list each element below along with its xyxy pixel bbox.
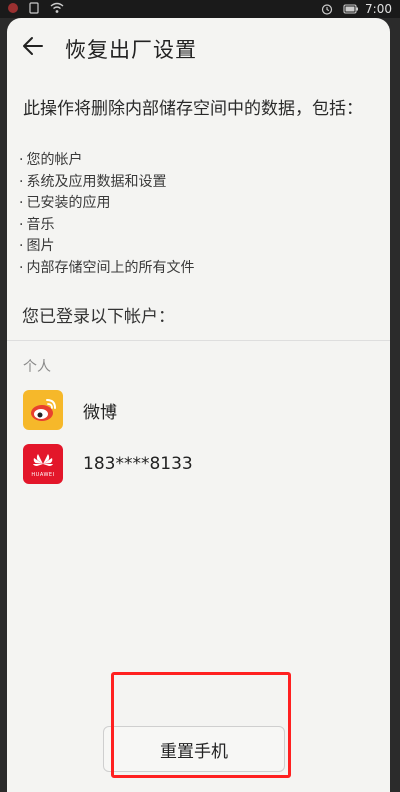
list-item: · 您的帐户 — [19, 152, 83, 168]
bullet-marker: · — [19, 259, 24, 276]
account-name: 微博 — [83, 402, 117, 423]
page-title: 恢复出厂设置 — [65, 38, 197, 62]
huawei-icon: HUAWEI — [23, 444, 63, 484]
section-label-personal: 个人 — [23, 359, 51, 375]
bullet-marker: · — [19, 216, 24, 233]
reset-phone-button[interactable]: 重置手机 — [103, 726, 285, 772]
list-item: · 已安装的应用 — [19, 195, 111, 211]
wifi-icon — [50, 2, 64, 14]
list-item: · 图片 — [19, 238, 55, 254]
list-item: · 音乐 — [19, 216, 55, 233]
app-bar: 恢复出厂设置 — [7, 18, 390, 78]
bullet-marker: · — [19, 195, 24, 211]
list-item: · 内部存储空间上的所有文件 — [19, 259, 195, 276]
status-time: 7:00 — [365, 2, 392, 16]
logged-in-label: 您已登录以下帐户： — [22, 307, 175, 327]
list-item: · 系统及应用数据和设置 — [19, 173, 167, 190]
status-bar-left — [6, 2, 64, 14]
weibo-icon — [23, 390, 63, 430]
reset-description: 此操作将删除内部储存空间中的数据，包括： — [23, 99, 363, 119]
sim-icon — [28, 2, 42, 14]
huawei-logo-text: HUAWEI — [31, 472, 55, 478]
status-bar-right: 7:00 — [321, 2, 392, 16]
bullet-marker: · — [19, 238, 24, 254]
account-item-weibo: 微博 — [23, 390, 363, 430]
bullet-marker: · — [19, 152, 24, 168]
back-arrow-icon — [22, 36, 44, 60]
back-button[interactable] — [17, 32, 49, 64]
account-name: 183****8133 — [83, 454, 193, 474]
bullet-marker: · — [19, 173, 24, 190]
factory-reset-screen: 恢复出厂设置 此操作将删除内部储存空间中的数据，包括： · 您的帐户 · 系统及应用… — [7, 18, 390, 792]
battery-icon — [343, 3, 359, 15]
data-items-list: · 您的帐户 · 系统及应用数据和设置 · 已安装的应用 · 音乐 · 图片 · 内部存储空… — [19, 150, 194, 279]
alarm-icon — [321, 3, 335, 15]
reset-button-container: 重置手机 — [103, 726, 285, 772]
notification-icon — [6, 2, 20, 14]
divider — [7, 340, 390, 341]
status-bar: 7:00 — [0, 0, 400, 18]
account-item-huawei: HUAWEI 183****8133 — [23, 444, 363, 484]
